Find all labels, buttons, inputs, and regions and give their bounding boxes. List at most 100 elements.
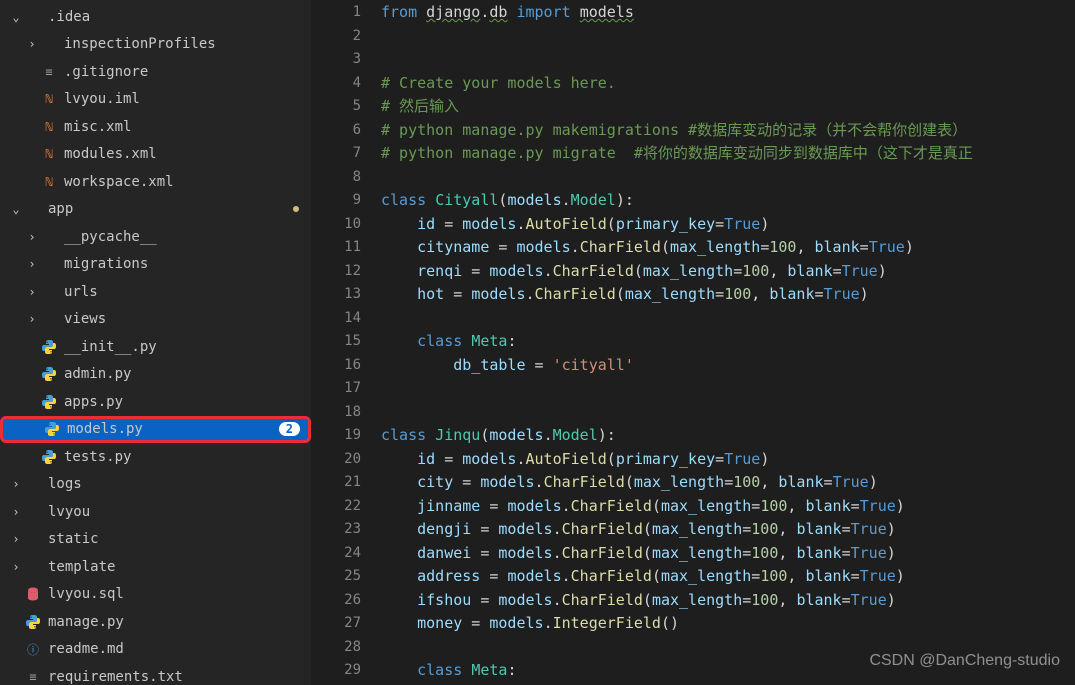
code-line[interactable] <box>381 377 1075 401</box>
line-number: 11 <box>311 236 381 260</box>
tree-item-lvyou-sql[interactable]: lvyou.sql <box>0 581 311 609</box>
tree-item-readme-md[interactable]: ⓘreadme.md <box>0 636 311 664</box>
chevron-right-icon[interactable]: › <box>8 504 24 520</box>
code-line[interactable]: ifshou = models.CharField(max_length=100… <box>381 589 1075 613</box>
tree-item-inspectionprofiles[interactable]: › inspectionProfiles <box>0 31 311 59</box>
tree-item-logs[interactable]: ›logs <box>0 471 311 499</box>
chevron-spacer <box>8 614 24 630</box>
tree-item-label: views <box>64 311 106 327</box>
folder-icon <box>40 310 58 328</box>
folder-icon <box>40 35 58 53</box>
code-line[interactable]: from django.db import models <box>381 1 1075 25</box>
code-line[interactable]: hot = models.CharField(max_length=100, b… <box>381 283 1075 307</box>
code-line[interactable]: jinname = models.CharField(max_length=10… <box>381 495 1075 519</box>
code-line[interactable]: db_table = 'cityall' <box>381 354 1075 378</box>
code-line[interactable] <box>381 401 1075 425</box>
code-line[interactable]: id = models.AutoField(primary_key=True) <box>381 448 1075 472</box>
file-explorer[interactable]: ⌄.idea›inspectionProfiles≡.gitignoreℕlvy… <box>0 0 311 685</box>
tree-item-lvyou[interactable]: ›lvyou <box>0 498 311 526</box>
tree-item-label: __init__.py <box>64 339 157 355</box>
line-number: 29 <box>311 659 381 683</box>
tree-item-tests-py[interactable]: tests.py <box>0 443 311 471</box>
watermark: CSDN @DanCheng-studio <box>869 652 1060 670</box>
tree-item-template[interactable]: › template <box>0 553 311 581</box>
sql-icon <box>24 585 42 603</box>
tree-item--gitignore[interactable]: ≡.gitignore <box>0 58 311 86</box>
tree-item-label: models.py <box>67 421 143 437</box>
tree-item-label: static <box>48 531 99 547</box>
code-line[interactable]: danwei = models.CharField(max_length=100… <box>381 542 1075 566</box>
txt-icon: ≡ <box>24 668 42 685</box>
xml-icon: ℕ <box>40 145 58 163</box>
line-number: 13 <box>311 283 381 307</box>
tree-item--idea[interactable]: ⌄.idea <box>0 3 311 31</box>
chevron-right-icon[interactable]: › <box>24 256 40 272</box>
tree-item-static[interactable]: › static <box>0 526 311 554</box>
folder-icon <box>24 200 42 218</box>
chevron-spacer <box>24 146 40 162</box>
folder-icon <box>24 8 42 26</box>
tree-item-label: inspectionProfiles <box>64 36 216 52</box>
tree-item-urls[interactable]: ›urls <box>0 278 311 306</box>
code-line[interactable]: cityname = models.CharField(max_length=1… <box>381 236 1075 260</box>
code-line[interactable] <box>381 166 1075 190</box>
code-line[interactable]: # python manage.py makemigrations #数据库变动… <box>381 119 1075 143</box>
tree-item-label: misc.xml <box>64 119 131 135</box>
tree-item-label: apps.py <box>64 394 123 410</box>
line-number: 24 <box>311 542 381 566</box>
chevron-right-icon[interactable]: › <box>24 229 40 245</box>
chevron-right-icon[interactable]: › <box>24 311 40 327</box>
py-icon <box>40 393 58 411</box>
line-numbers: 1234567891011121314151617181920212223242… <box>311 0 381 685</box>
tree-item-admin-py[interactable]: admin.py <box>0 361 311 389</box>
tree-item-label: template <box>48 559 115 575</box>
code-line[interactable]: city = models.CharField(max_length=100, … <box>381 471 1075 495</box>
code-line[interactable]: dengji = models.CharField(max_length=100… <box>381 518 1075 542</box>
line-number: 23 <box>311 518 381 542</box>
code-editor[interactable]: 1234567891011121314151617181920212223242… <box>311 0 1075 685</box>
tree-item-apps-py[interactable]: apps.py <box>0 388 311 416</box>
line-number: 19 <box>311 424 381 448</box>
code-content[interactable]: from django.db import models # Create you… <box>381 0 1075 685</box>
line-number: 5 <box>311 95 381 119</box>
tree-item-label: lvyou.sql <box>48 586 124 602</box>
chevron-spacer <box>8 669 24 685</box>
tree-item-views[interactable]: › views <box>0 306 311 334</box>
chevron-spacer <box>8 586 24 602</box>
tree-item-migrations[interactable]: ›migrations <box>0 251 311 279</box>
code-line[interactable]: renqi = models.CharField(max_length=100,… <box>381 260 1075 284</box>
md-icon: ⓘ <box>24 640 42 658</box>
tree-item-app[interactable]: ⌄app <box>0 196 311 224</box>
tree-item-requirements-txt[interactable]: ≡requirements.txt <box>0 663 311 685</box>
tree-item-models-py[interactable]: models.py2 <box>0 416 311 444</box>
chevron-right-icon[interactable]: › <box>8 559 24 575</box>
code-line[interactable]: id = models.AutoField(primary_key=True) <box>381 213 1075 237</box>
chevron-right-icon[interactable]: › <box>24 284 40 300</box>
code-line[interactable]: class Cityall(models.Model): <box>381 189 1075 213</box>
line-number: 9 <box>311 189 381 213</box>
tree-item-manage-py[interactable]: manage.py <box>0 608 311 636</box>
modified-indicator <box>293 206 299 212</box>
code-line[interactable]: money = models.IntegerField() <box>381 612 1075 636</box>
code-line[interactable]: # Create your models here. <box>381 72 1075 96</box>
chevron-right-icon[interactable]: › <box>8 531 24 547</box>
code-line[interactable] <box>381 48 1075 72</box>
tree-item-label: .gitignore <box>64 64 148 80</box>
code-line[interactable]: # 然后输入 <box>381 95 1075 119</box>
code-line[interactable] <box>381 25 1075 49</box>
code-line[interactable]: address = models.CharField(max_length=10… <box>381 565 1075 589</box>
code-line[interactable]: class Jinqu(models.Model): <box>381 424 1075 448</box>
chevron-right-icon[interactable]: › <box>8 476 24 492</box>
tree-item-lvyou-iml[interactable]: ℕlvyou.iml <box>0 86 311 114</box>
code-line[interactable]: # python manage.py migrate #将你的数据库变动同步到数… <box>381 142 1075 166</box>
tree-item---init---py[interactable]: __init__.py <box>0 333 311 361</box>
code-line[interactable] <box>381 307 1075 331</box>
tree-item-modules-xml[interactable]: ℕmodules.xml <box>0 141 311 169</box>
chevron-right-icon[interactable]: › <box>24 36 40 52</box>
tree-item-workspace-xml[interactable]: ℕworkspace.xml <box>0 168 311 196</box>
tree-item---pycache--[interactable]: ›__pycache__ <box>0 223 311 251</box>
chevron-down-icon[interactable]: ⌄ <box>8 9 24 25</box>
code-line[interactable]: class Meta: <box>381 330 1075 354</box>
tree-item-misc-xml[interactable]: ℕmisc.xml <box>0 113 311 141</box>
chevron-down-icon[interactable]: ⌄ <box>8 201 24 217</box>
